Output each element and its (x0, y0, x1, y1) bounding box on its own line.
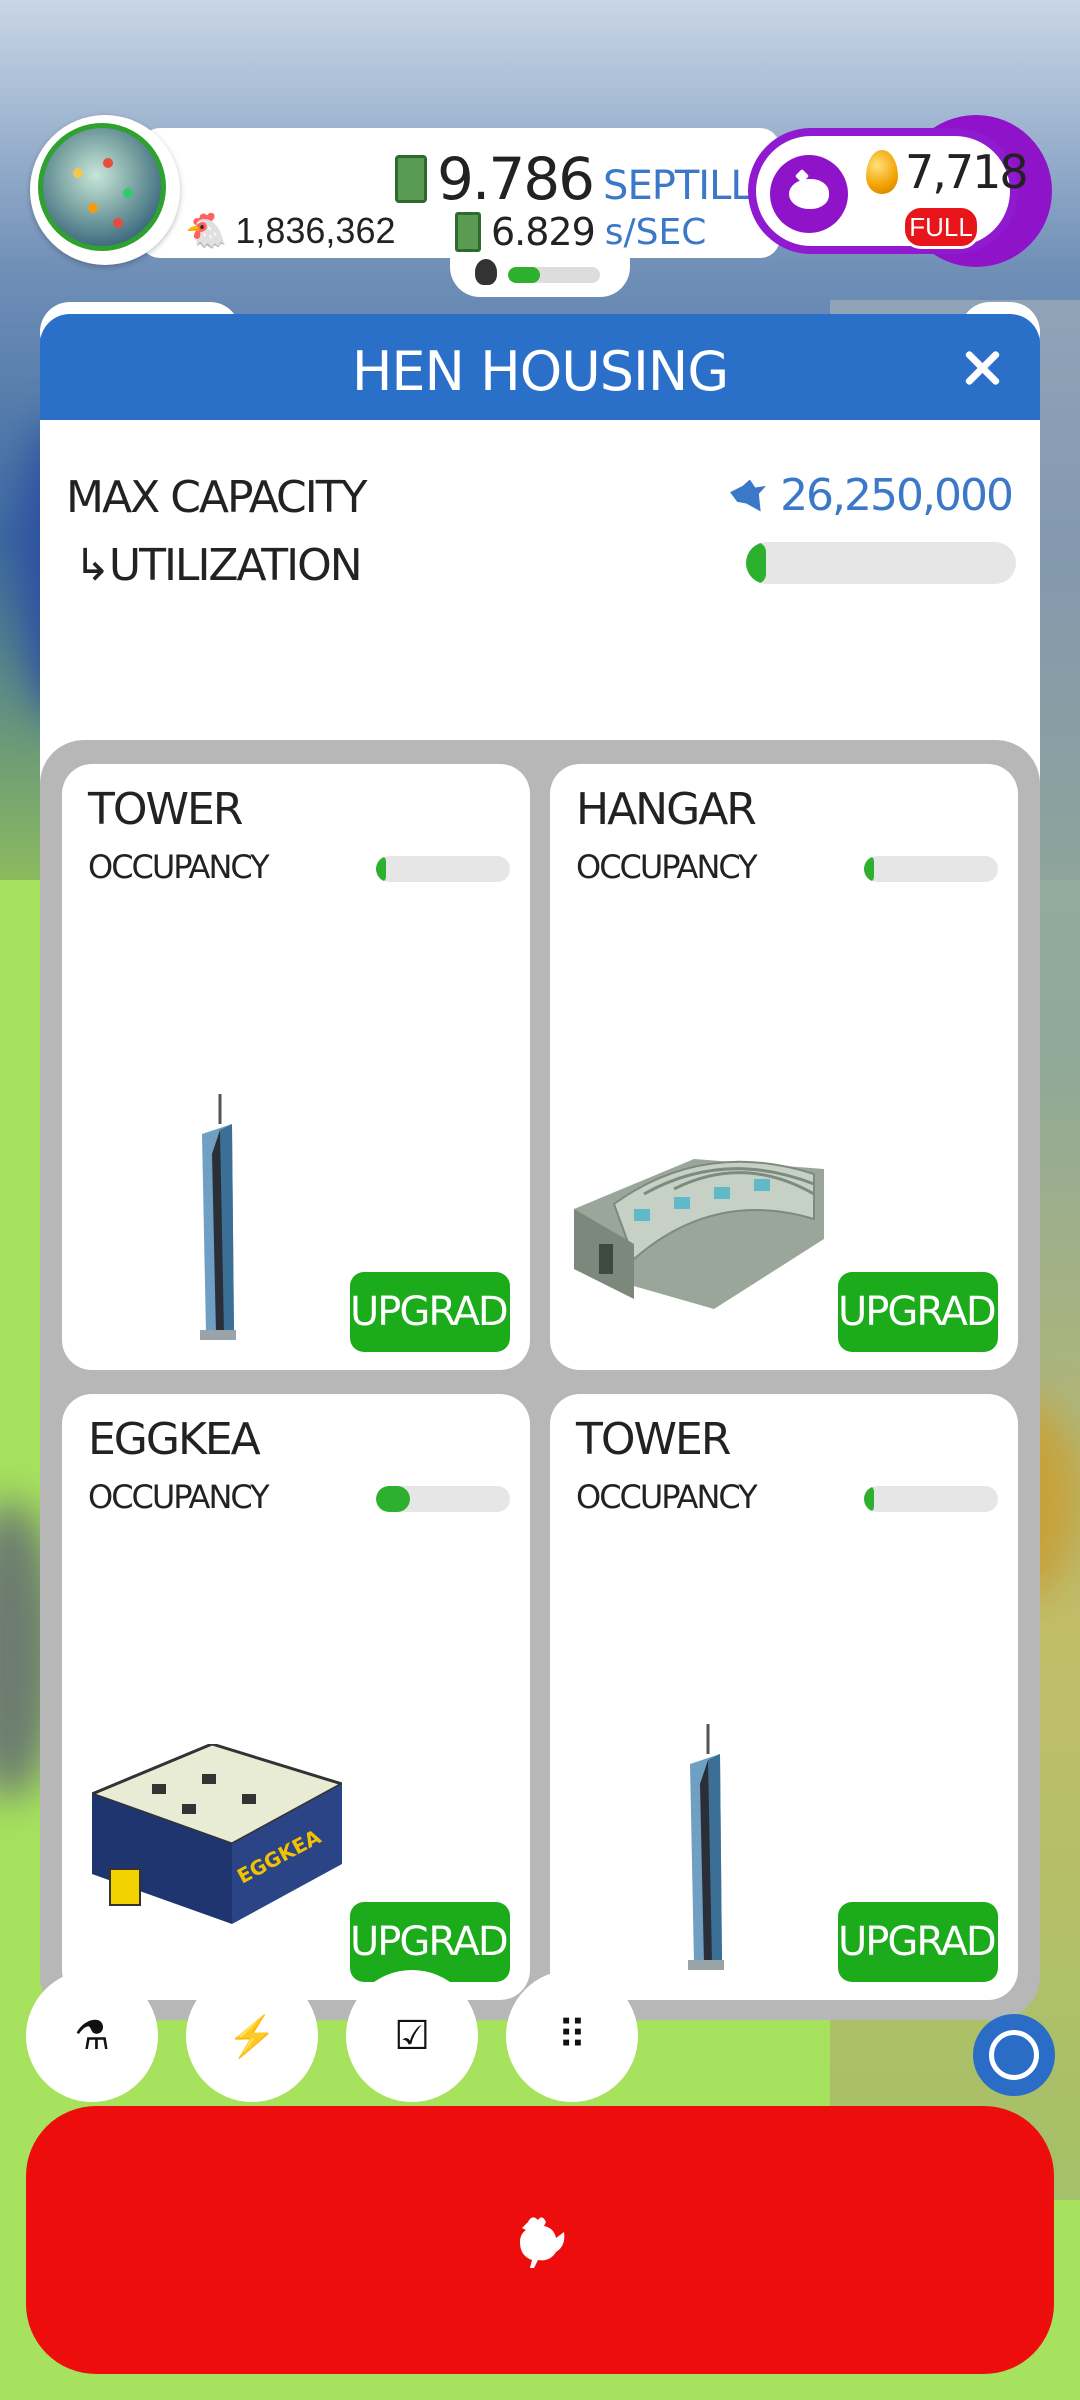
house-name: TOWER (576, 1414, 731, 1465)
house-name: HANGAR (576, 784, 757, 835)
tower-building-image (688, 1724, 724, 1970)
eggkea-building-image: EGGKEA (92, 1744, 342, 1924)
occupancy-label: OCCUPANCY (576, 1478, 758, 1516)
upgrade-button[interactable]: UPGRADE (350, 1902, 530, 1982)
max-capacity-label: MAX CAPACITY (66, 472, 368, 523)
piggy-bank-button[interactable] (770, 155, 848, 233)
hatch-chicken-button[interactable] (26, 2106, 1054, 2374)
golden-egg-icon (866, 150, 898, 194)
utilization-label: ↳UTILIZATION (74, 540, 363, 591)
earning-rate: 6.829 s/SEC (455, 210, 706, 254)
menu-button[interactable]: ⠿ (506, 1970, 638, 2102)
occupancy-label: OCCUPANCY (88, 1478, 270, 1516)
house-card: TOWER OCCUPANCY UPGRADE (62, 764, 530, 1370)
piggy-bank-icon (789, 179, 829, 209)
housing-grid: TOWER OCCUPANCY UPGRADE HANGAR OCCUPANCY (40, 740, 1040, 2020)
rate-value: 6.829 (491, 210, 596, 254)
money-value: 9.786 (437, 145, 595, 213)
tower-building-image (200, 1094, 236, 1340)
egg-avatar-button[interactable] (30, 115, 180, 265)
circle-icon (989, 2030, 1039, 2080)
upgrade-button[interactable]: UPGRADE (838, 1272, 1018, 1352)
occupancy-fill (864, 856, 874, 882)
max-capacity-value: 26,250,000 (730, 470, 1014, 521)
rate-unit: s/SEC (604, 211, 707, 253)
golden-egg-count: 7,718 (905, 145, 1029, 199)
hangar-building-image (574, 1159, 824, 1309)
upgrade-button[interactable]: UPGRADE (838, 1902, 1018, 1982)
chicken-icon: 🐔 (185, 212, 228, 250)
progress-fill (508, 267, 541, 283)
hen-count-text: 1,836,362 (235, 210, 396, 251)
missions-button[interactable]: ☑ (346, 1970, 478, 2102)
assistive-touch-button[interactable] (973, 2014, 1055, 2096)
occupancy-bar (864, 856, 998, 882)
dialog-title: HEN HOUSING (351, 340, 729, 403)
hen-population: 🐔 1,836,362 (185, 210, 396, 252)
piggy-full-badge: FULL (902, 205, 980, 249)
occupancy-bar (376, 856, 510, 882)
house-card: HANGAR OCCUPANCY UPGRADE (550, 764, 1018, 1370)
occupancy-label: OCCUPANCY (88, 848, 270, 886)
research-button[interactable]: ⚗ (26, 1970, 158, 2102)
occupancy-label: OCCUPANCY (576, 848, 758, 886)
dialog-body: MAX CAPACITY 26,250,000 ↳UTILIZATION TOW… (40, 420, 1040, 2020)
upgrade-button[interactable]: UPGRADE (350, 1272, 530, 1352)
occupancy-fill (376, 856, 386, 882)
house-name: EGGKEA (88, 1414, 261, 1465)
house-card: TOWER OCCUPANCY UPGRADE (550, 1394, 1018, 2000)
occupancy-bar (376, 1486, 510, 1512)
boosts-button[interactable]: ⚡ (186, 1970, 318, 2102)
flask-icon: ⚗ (74, 2014, 110, 2058)
hen-housing-dialog: HEN HOUSING MAX CAPACITY 26,250,000 ↳UTI… (40, 314, 1040, 2020)
house-card: EGGKEA OCCUPANCY EGGKEA UPGRADE (62, 1394, 530, 2000)
occupancy-fill (864, 1486, 874, 1512)
chicken-icon (520, 2217, 565, 2268)
utilization-fill (746, 542, 766, 584)
dialog-header: HEN HOUSING (40, 314, 1040, 420)
close-icon[interactable] (960, 346, 1004, 390)
cash-icon (455, 212, 481, 252)
lightning-icon: ⚡ (227, 2014, 277, 2059)
occupancy-bar (864, 1486, 998, 1512)
occupancy-fill (376, 1486, 410, 1512)
progress-track (508, 267, 600, 283)
house-name: TOWER (88, 784, 243, 835)
hen-silhouette-icon (475, 259, 497, 285)
max-capacity-number: 26,250,000 (780, 470, 1014, 521)
bird-icon (730, 479, 767, 512)
utilization-bar (746, 542, 1016, 584)
cash-icon (395, 155, 427, 203)
grid-icon: ⠿ (557, 2014, 587, 2058)
shipping-progress (450, 255, 630, 297)
checklist-icon: ☑ (394, 2014, 430, 2058)
egg-icon (38, 123, 166, 251)
